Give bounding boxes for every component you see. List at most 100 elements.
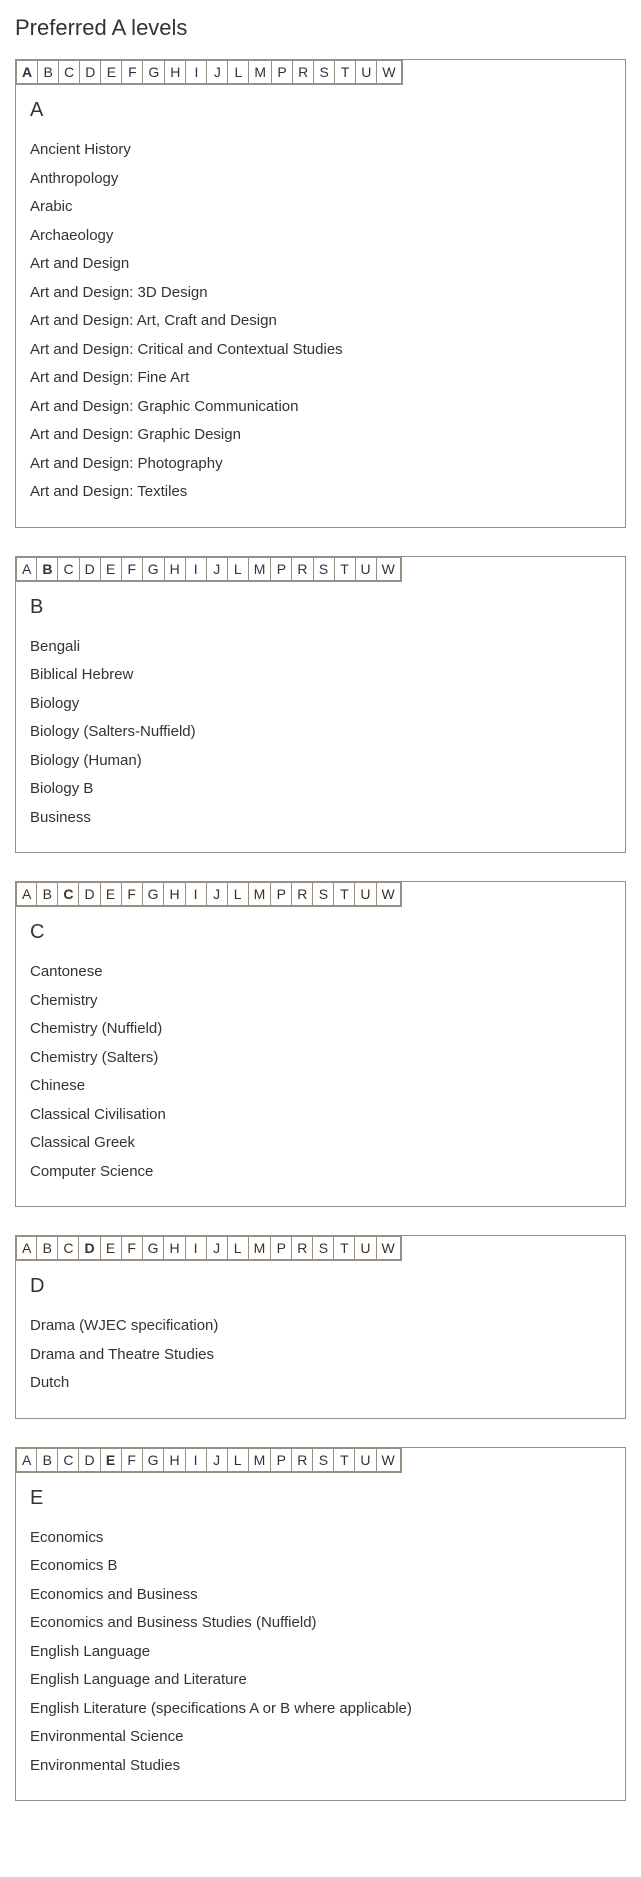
subject-item: Economics and Business: [30, 1581, 611, 1610]
letter-tab[interactable]: J: [207, 881, 229, 907]
letter-tab[interactable]: S: [313, 1235, 335, 1261]
letter-tab[interactable]: T: [335, 59, 357, 85]
letter-tab[interactable]: S: [313, 881, 335, 907]
letter-tab[interactable]: H: [165, 556, 187, 582]
letter-tab[interactable]: W: [377, 1447, 402, 1473]
letter-tab[interactable]: T: [335, 556, 357, 582]
letter-section: ABCDEFGHIJLMPRSTUWDDrama (WJEC specifica…: [15, 1235, 626, 1419]
letter-tab[interactable]: L: [228, 556, 250, 582]
subject-item: Art and Design: Critical and Contextual …: [30, 336, 611, 365]
letter-tab[interactable]: S: [314, 556, 336, 582]
subject-item: Environmental Science: [30, 1723, 611, 1752]
letter-tab[interactable]: R: [292, 1235, 314, 1261]
letter-tab[interactable]: H: [164, 1447, 186, 1473]
letter-tab[interactable]: U: [355, 1447, 377, 1473]
letter-tab[interactable]: B: [37, 556, 59, 582]
letter-tab[interactable]: R: [292, 881, 314, 907]
letter-tab[interactable]: F: [122, 1235, 144, 1261]
letter-tab[interactable]: P: [271, 1447, 293, 1473]
letter-tab[interactable]: C: [58, 881, 80, 907]
letter-tab[interactable]: M: [249, 1447, 273, 1473]
letter-tab[interactable]: D: [79, 881, 101, 907]
letter-tab[interactable]: F: [122, 556, 144, 582]
letter-tab[interactable]: M: [249, 881, 273, 907]
letter-tab[interactable]: I: [186, 1447, 208, 1473]
letter-tab[interactable]: C: [58, 556, 80, 582]
letter-tab[interactable]: C: [58, 1447, 80, 1473]
letter-tab[interactable]: R: [293, 59, 315, 85]
letter-tab[interactable]: A: [15, 1235, 38, 1261]
letter-tab[interactable]: U: [356, 59, 378, 85]
letter-tab[interactable]: E: [101, 1447, 123, 1473]
subject-list: Drama (WJEC specification)Drama and Thea…: [30, 1312, 611, 1398]
letter-tab[interactable]: H: [165, 59, 187, 85]
letter-tab[interactable]: I: [186, 556, 208, 582]
letter-tab[interactable]: D: [80, 556, 102, 582]
letter-tab[interactable]: W: [377, 881, 402, 907]
letter-tab[interactable]: L: [228, 1235, 250, 1261]
letter-tab[interactable]: H: [164, 881, 186, 907]
letter-tab[interactable]: M: [249, 59, 273, 85]
letter-tab[interactable]: U: [355, 1235, 377, 1261]
letter-tab[interactable]: G: [143, 1447, 166, 1473]
letter-tab[interactable]: E: [101, 556, 123, 582]
letter-tab[interactable]: P: [271, 1235, 293, 1261]
letter-tab[interactable]: C: [59, 59, 81, 85]
letter-tab[interactable]: F: [122, 881, 144, 907]
letter-tab[interactable]: C: [58, 1235, 80, 1261]
letter-tab[interactable]: L: [228, 881, 250, 907]
letter-tab[interactable]: A: [15, 881, 38, 907]
letter-tab[interactable]: W: [377, 1235, 402, 1261]
letter-tab[interactable]: D: [80, 59, 102, 85]
letter-tab[interactable]: M: [249, 1235, 273, 1261]
letter-tab[interactable]: H: [164, 1235, 186, 1261]
letter-tab[interactable]: W: [377, 59, 402, 85]
letter-tab[interactable]: I: [186, 881, 208, 907]
subject-item: Archaeology: [30, 222, 611, 251]
letter-panel: DDrama (WJEC specification)Drama and The…: [16, 1261, 625, 1418]
letter-tab[interactable]: J: [207, 1447, 229, 1473]
letter-tab[interactable]: S: [313, 1447, 335, 1473]
subject-list: BengaliBiblical HebrewBiologyBiology (Sa…: [30, 633, 611, 833]
letter-tab[interactable]: B: [37, 1235, 59, 1261]
letter-tab[interactable]: D: [79, 1447, 101, 1473]
letter-tab[interactable]: R: [292, 556, 314, 582]
letter-tab[interactable]: T: [334, 1447, 356, 1473]
letter-tab[interactable]: A: [15, 59, 39, 85]
letter-tab[interactable]: J: [207, 556, 229, 582]
subject-list: Ancient HistoryAnthropologyArabicArchaeo…: [30, 136, 611, 507]
letter-tab[interactable]: F: [122, 59, 144, 85]
letter-tab[interactable]: E: [101, 881, 123, 907]
letter-tab[interactable]: B: [38, 59, 60, 85]
letter-tab[interactable]: W: [377, 556, 402, 582]
letter-tab[interactable]: J: [207, 59, 229, 85]
letter-tab[interactable]: R: [292, 1447, 314, 1473]
letter-tab[interactable]: T: [334, 1235, 356, 1261]
letter-tab[interactable]: L: [228, 1447, 250, 1473]
letter-tab[interactable]: G: [143, 1235, 166, 1261]
letter-tab[interactable]: B: [37, 1447, 59, 1473]
letter-tab[interactable]: G: [143, 59, 166, 85]
letter-tab[interactable]: E: [101, 59, 123, 85]
letter-tab[interactable]: G: [143, 881, 166, 907]
letter-tab[interactable]: T: [334, 881, 356, 907]
letter-tab[interactable]: D: [79, 1235, 101, 1261]
letter-tabs: ABCDEFGHIJLMPRSTUW: [16, 1448, 625, 1473]
letter-tab[interactable]: F: [122, 1447, 144, 1473]
letter-tab[interactable]: U: [355, 881, 377, 907]
letter-tab[interactable]: A: [15, 556, 38, 582]
letter-tab[interactable]: M: [249, 556, 273, 582]
letter-tab[interactable]: I: [186, 1235, 208, 1261]
letter-tab[interactable]: S: [314, 59, 336, 85]
letter-tab[interactable]: P: [271, 556, 293, 582]
letter-tab[interactable]: A: [15, 1447, 38, 1473]
letter-tab[interactable]: U: [356, 556, 378, 582]
letter-tab[interactable]: E: [101, 1235, 123, 1261]
letter-tab[interactable]: G: [143, 556, 166, 582]
letter-tab[interactable]: J: [207, 1235, 229, 1261]
letter-tab[interactable]: B: [37, 881, 59, 907]
letter-tab[interactable]: P: [272, 59, 294, 85]
letter-tab[interactable]: P: [271, 881, 293, 907]
letter-tab[interactable]: L: [228, 59, 250, 85]
letter-tab[interactable]: I: [186, 59, 208, 85]
